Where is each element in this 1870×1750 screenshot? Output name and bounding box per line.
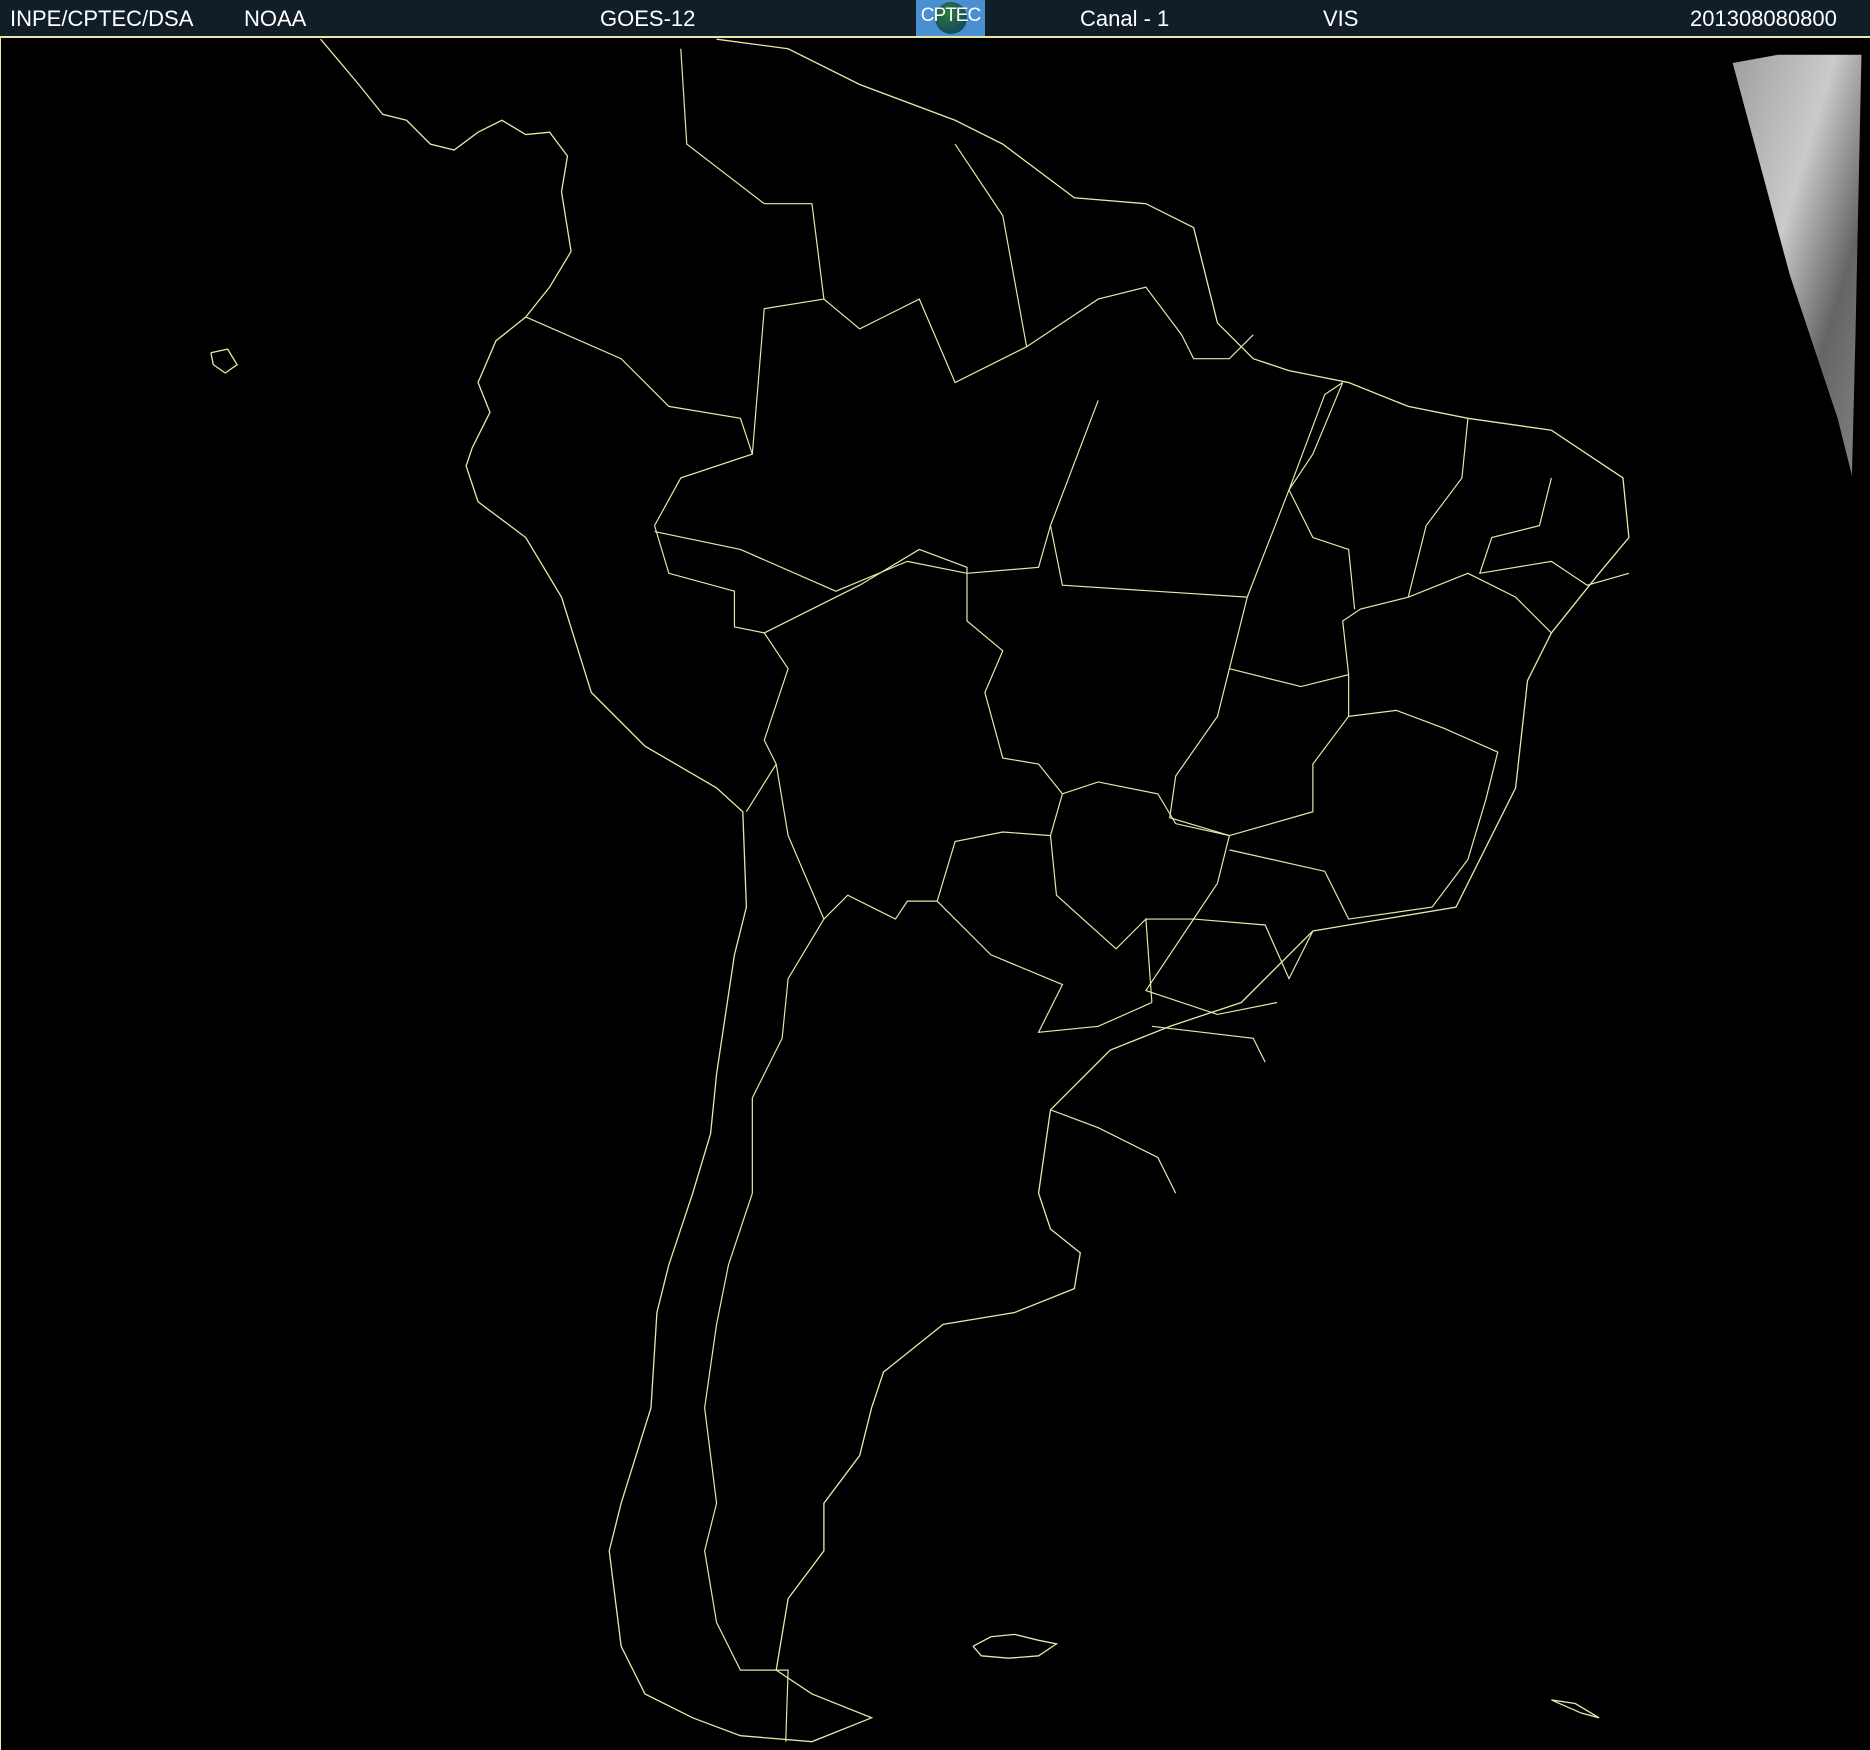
logo-text: CPTEC [920, 5, 981, 26]
border-tocantins [1246, 382, 1344, 598]
border-guianas [1026, 286, 1254, 360]
border-northeast [1478, 477, 1630, 586]
border-mato-grosso [1169, 596, 1248, 837]
border-parana [1144, 918, 1278, 1016]
border-colombia-peru [525, 316, 754, 526]
border-bolivia-argentina [775, 763, 938, 921]
timestamp-label: 201308080800 [1690, 6, 1837, 31]
border-sao-paulo [1192, 882, 1314, 981]
border-peru-bolivia [653, 525, 789, 813]
border-paraguay-argentina [936, 900, 1153, 1033]
border-bahia [1342, 572, 1552, 675]
border-brazil-paraguay [1049, 835, 1153, 1003]
border-bolivia-paraguay [936, 793, 1063, 902]
satellite-label: GOES-12 [600, 6, 696, 31]
border-bolivia-brazil [763, 548, 1063, 795]
border-piaui-ceara [1407, 418, 1469, 598]
org-label: INPE/CPTEC/DSA [10, 6, 194, 31]
band-label: VIS [1323, 6, 1359, 31]
border-amazonas-south [654, 525, 1052, 592]
border-brazil-north [751, 298, 824, 455]
cptec-logo: CPTEC [916, 0, 985, 36]
galapagos-islands [210, 348, 239, 374]
continent-coastline [320, 38, 1630, 1743]
border-santa-catarina [1151, 1025, 1266, 1063]
image-header-bar: INPE/CPTEC/DSA NOAA GOES-12 CPTEC Canal … [0, 0, 1870, 38]
border-colombia-venezuela [680, 48, 1028, 384]
borders [525, 48, 1630, 1742]
map-outlines [210, 38, 1862, 1743]
satellite-image-swath [1732, 54, 1862, 476]
border-amazonas-para [1049, 400, 1248, 598]
border-minas [1229, 709, 1499, 920]
border-maranhao-piaui [1288, 382, 1356, 610]
channel-label: Canal - 1 [1080, 6, 1170, 31]
border-uruguay [1050, 1109, 1177, 1194]
satellite-map [0, 38, 1870, 1750]
coastlines [210, 38, 1630, 1743]
south-georgia [1551, 1699, 1600, 1719]
border-argentina-chile [704, 918, 825, 1742]
falkland-islands [972, 1633, 1059, 1659]
agency-label: NOAA [244, 6, 307, 31]
